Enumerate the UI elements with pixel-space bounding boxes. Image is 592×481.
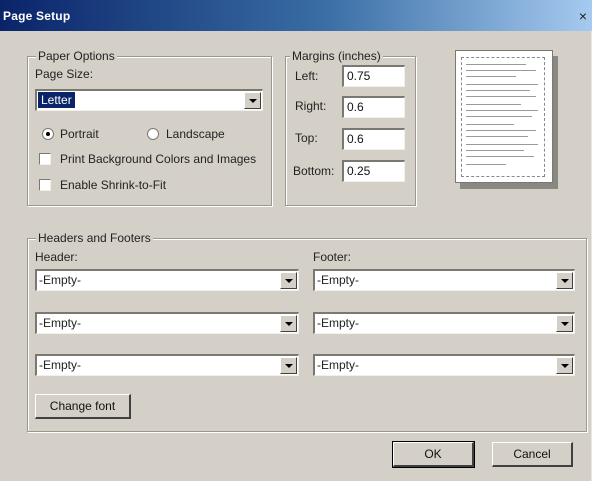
header-label: Header: <box>35 250 78 264</box>
header-2-dropdown-arrow-icon[interactable] <box>280 315 297 332</box>
page-size-label: Page Size: <box>35 67 94 81</box>
portrait-label[interactable]: Portrait <box>60 127 99 141</box>
header-value-1: -Empty- <box>39 273 81 287</box>
footer-select-2[interactable]: -Empty- <box>313 312 575 334</box>
print-background-checkbox[interactable] <box>39 153 51 165</box>
title-bar[interactable]: Page Setup <box>0 0 592 31</box>
paper-options-legend: Paper Options <box>36 49 117 63</box>
footer-2-dropdown-arrow-icon[interactable] <box>556 315 573 332</box>
footer-value-3: -Empty- <box>317 358 359 372</box>
dialog-title: Page Setup <box>3 9 71 23</box>
portrait-radio[interactable] <box>42 128 54 140</box>
cancel-button[interactable]: Cancel <box>492 442 573 467</box>
margins-legend: Margins (inches) <box>290 49 383 63</box>
margin-right-label: Right: <box>295 99 327 113</box>
header-select-3[interactable]: -Empty- <box>35 354 299 376</box>
page-size-dropdown-arrow-icon[interactable] <box>244 92 261 109</box>
landscape-radio[interactable] <box>147 128 159 140</box>
footer-value-1: -Empty- <box>317 273 359 287</box>
header-3-dropdown-arrow-icon[interactable] <box>280 357 297 374</box>
close-button[interactable]: × <box>576 8 590 24</box>
header-select-1[interactable]: -Empty- <box>35 269 299 291</box>
header-1-dropdown-arrow-icon[interactable] <box>280 272 297 289</box>
margin-bottom-label: Bottom: <box>293 164 335 178</box>
page-size-value: Letter <box>38 92 75 108</box>
footer-3-dropdown-arrow-icon[interactable] <box>556 357 573 374</box>
page-size-select[interactable]: Letter <box>35 89 263 111</box>
shrink-to-fit-checkbox[interactable] <box>39 179 51 191</box>
margin-top-label: Top: <box>295 131 318 145</box>
footer-value-2: -Empty- <box>317 316 359 330</box>
page-preview <box>455 50 553 183</box>
ok-button[interactable]: OK <box>392 441 475 468</box>
margin-top-input[interactable]: 0.6 <box>342 128 405 150</box>
footer-select-3[interactable]: -Empty- <box>313 354 575 376</box>
print-background-label[interactable]: Print Background Colors and Images <box>60 152 256 166</box>
header-value-3: -Empty- <box>39 358 81 372</box>
header-value-2: -Empty- <box>39 316 81 330</box>
headers-footers-legend: Headers and Footers <box>36 231 153 245</box>
page-setup-dialog: Page Setup × Paper Options Page Size: Le… <box>0 0 592 481</box>
footer-label: Footer: <box>313 250 352 264</box>
footer-select-1[interactable]: -Empty- <box>313 269 575 291</box>
footer-1-dropdown-arrow-icon[interactable] <box>556 272 573 289</box>
header-select-2[interactable]: -Empty- <box>35 312 299 334</box>
margin-bottom-input[interactable]: 0.25 <box>342 160 405 182</box>
margin-right-input[interactable]: 0.6 <box>342 96 405 118</box>
shrink-to-fit-label[interactable]: Enable Shrink-to-Fit <box>60 178 166 192</box>
page-preview-content <box>461 57 545 177</box>
change-font-button[interactable]: Change font <box>35 394 131 419</box>
margin-left-input[interactable]: 0.75 <box>342 65 405 87</box>
landscape-label[interactable]: Landscape <box>166 127 225 141</box>
margin-left-label: Left: <box>295 69 319 83</box>
